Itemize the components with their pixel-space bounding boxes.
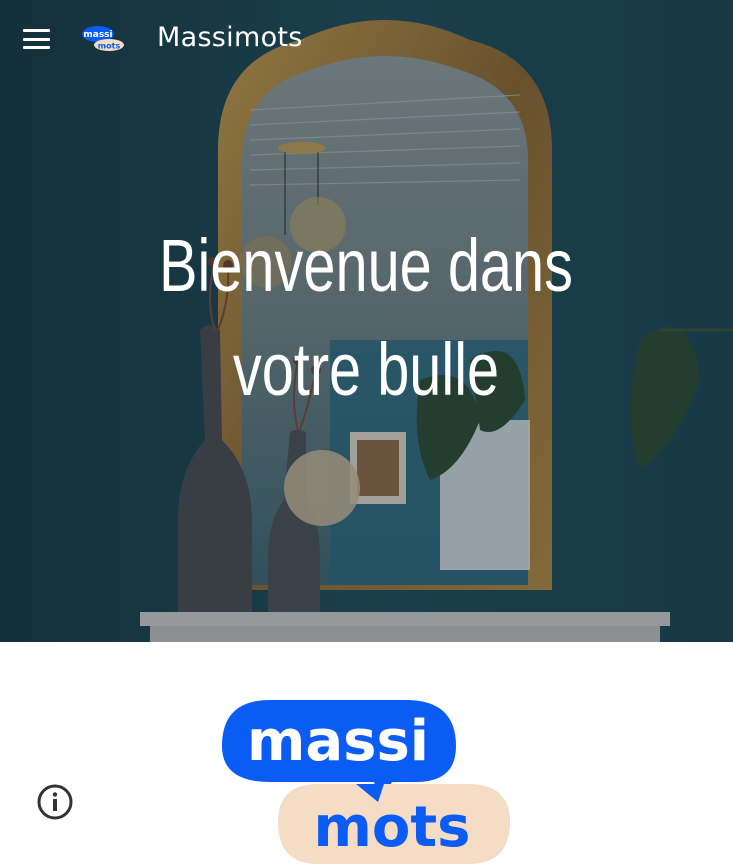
massimots-logo: massi mots	[222, 700, 510, 864]
site-logo-line2: mots	[98, 42, 121, 51]
logo-line1: massi	[247, 709, 429, 774]
content-section: massi mots	[0, 642, 733, 868]
site-name[interactable]: Massimots	[157, 22, 303, 53]
hamburger-menu-icon[interactable]	[19, 24, 53, 54]
site-logo[interactable]: massi mots	[81, 24, 125, 54]
hero-banner: massi mots Massimots Bienvenue dans votr…	[0, 0, 733, 642]
page: massi mots Massimots Bienvenue dans votr…	[0, 0, 733, 868]
site-logo-line1: massi	[83, 30, 112, 40]
info-icon[interactable]	[36, 783, 74, 821]
logo-line2: mots	[314, 795, 471, 860]
hero-title: Bienvenue dans votre bulle	[158, 224, 573, 411]
top-app-bar: massi mots Massimots	[0, 0, 733, 80]
